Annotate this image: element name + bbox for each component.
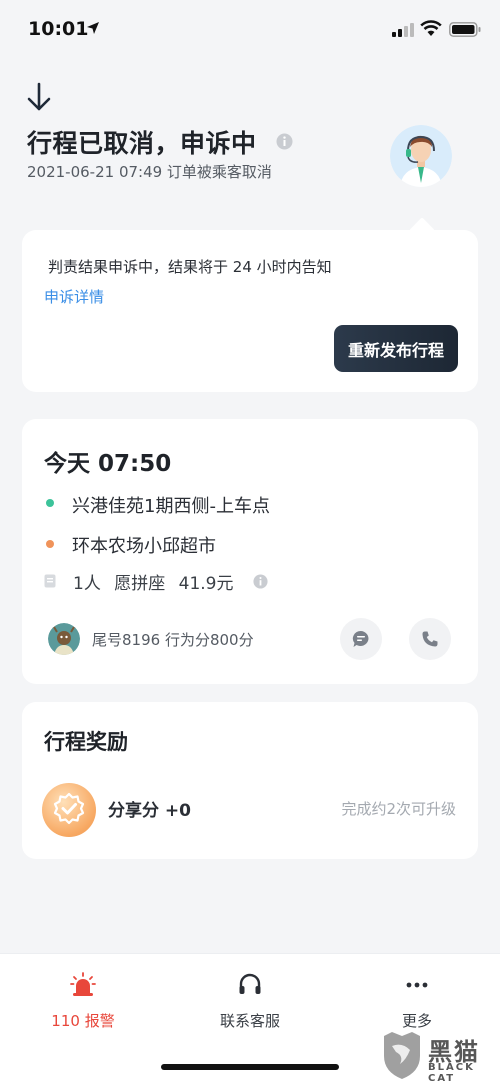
chat-icon: [352, 630, 369, 647]
battery-icon: [449, 22, 481, 37]
more-dots-icon: [406, 982, 428, 988]
seat-price-info: 1人 愿拼座 41.9元: [73, 574, 234, 594]
appeal-details-link[interactable]: 申诉详情: [44, 286, 104, 307]
page-title: 行程已取消，申诉中: [27, 129, 257, 158]
signal-icon: [392, 23, 414, 37]
location-arrow-icon: [87, 22, 99, 34]
card-notch: [409, 217, 435, 243]
status-bar: 10:01: [0, 0, 500, 58]
cancel-subtitle: 2021-06-21 07:49 订单被乘客取消: [27, 163, 272, 181]
reward-title: 行程奖励: [44, 730, 128, 754]
watermark-en: BLACK CAT: [428, 1062, 475, 1084]
contact-service-button[interactable]: 联系客服: [185, 972, 315, 1031]
status-time: 10:01: [28, 18, 89, 40]
service-agent-avatar: [390, 125, 452, 187]
share-points-label: 分享分 +0: [108, 801, 191, 821]
end-dot-icon: [46, 540, 54, 548]
headset-icon: [239, 973, 261, 994]
phone-icon: [422, 631, 438, 647]
ticket-icon: [44, 574, 56, 588]
home-indicator: [161, 1064, 339, 1070]
upgrade-note: 完成约2次可升级: [341, 800, 456, 818]
phone-button[interactable]: [409, 618, 451, 660]
emergency-110-button[interactable]: 110 报警: [18, 972, 148, 1031]
more-button[interactable]: 更多: [352, 972, 482, 1031]
appeal-message: 判责结果申诉中，结果将于 24 小时内告知: [48, 258, 332, 276]
trip-time: 今天 07:50: [44, 451, 172, 477]
reward-card: 行程奖励 分享分 +0 完成约2次可升级: [22, 702, 478, 859]
trip-card[interactable]: 今天 07:50 兴港佳苑1期西侧-上车点 环本农场小邱超市 1人 愿拼座 41…: [22, 419, 478, 684]
down-arrow-icon[interactable]: [26, 82, 52, 112]
badge-check-icon: [42, 783, 96, 837]
start-dot-icon: [46, 499, 54, 507]
info-icon[interactable]: [253, 574, 268, 589]
pickup-location: 兴港佳苑1期西侧-上车点: [72, 496, 270, 517]
appeal-card: 判责结果申诉中，结果将于 24 小时内告知 申诉详情 重新发布行程: [22, 217, 478, 392]
more-label: 更多: [401, 1012, 432, 1030]
info-icon[interactable]: [276, 133, 293, 150]
chat-button[interactable]: [340, 618, 382, 660]
cat-shield-icon: [384, 1032, 420, 1079]
wifi-icon: [420, 20, 442, 36]
alarm-label: 110 报警: [51, 1012, 115, 1030]
dropoff-location: 环本农场小邱超市: [72, 536, 216, 557]
driver-info: 尾号8196 行为分800分: [92, 631, 254, 649]
republish-trip-button[interactable]: 重新发布行程: [334, 325, 458, 372]
alarm-light-icon: [70, 972, 96, 996]
service-label: 联系客服: [219, 1012, 280, 1030]
driver-avatar[interactable]: [48, 623, 80, 655]
black-cat-watermark: 黑猫 BLACK CAT: [380, 1030, 495, 1084]
